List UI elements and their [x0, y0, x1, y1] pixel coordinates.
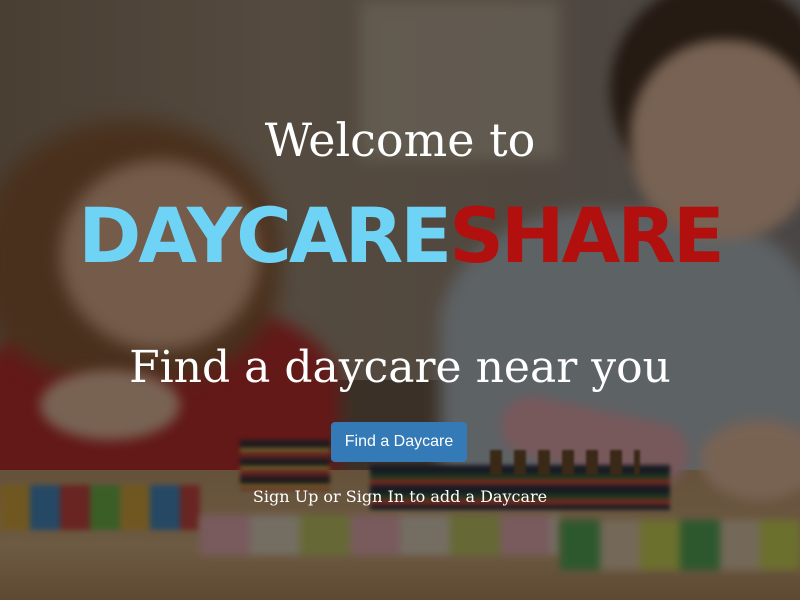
- find-daycare-button[interactable]: Find a Daycare: [331, 422, 467, 462]
- welcome-heading: Welcome to: [264, 113, 536, 167]
- brand-daycare: DAYCARE: [78, 191, 452, 280]
- signup-signin-link[interactable]: Sign Up or Sign In to add a Daycare: [0, 486, 800, 508]
- tagline: Find a daycare near you: [129, 342, 671, 393]
- brand-share: SHARE: [449, 191, 725, 280]
- brand-logo-text: DAYCARESHARE: [0, 186, 800, 286]
- hero-content: Welcome to DAYCARESHARE Find a daycare n…: [0, 0, 800, 600]
